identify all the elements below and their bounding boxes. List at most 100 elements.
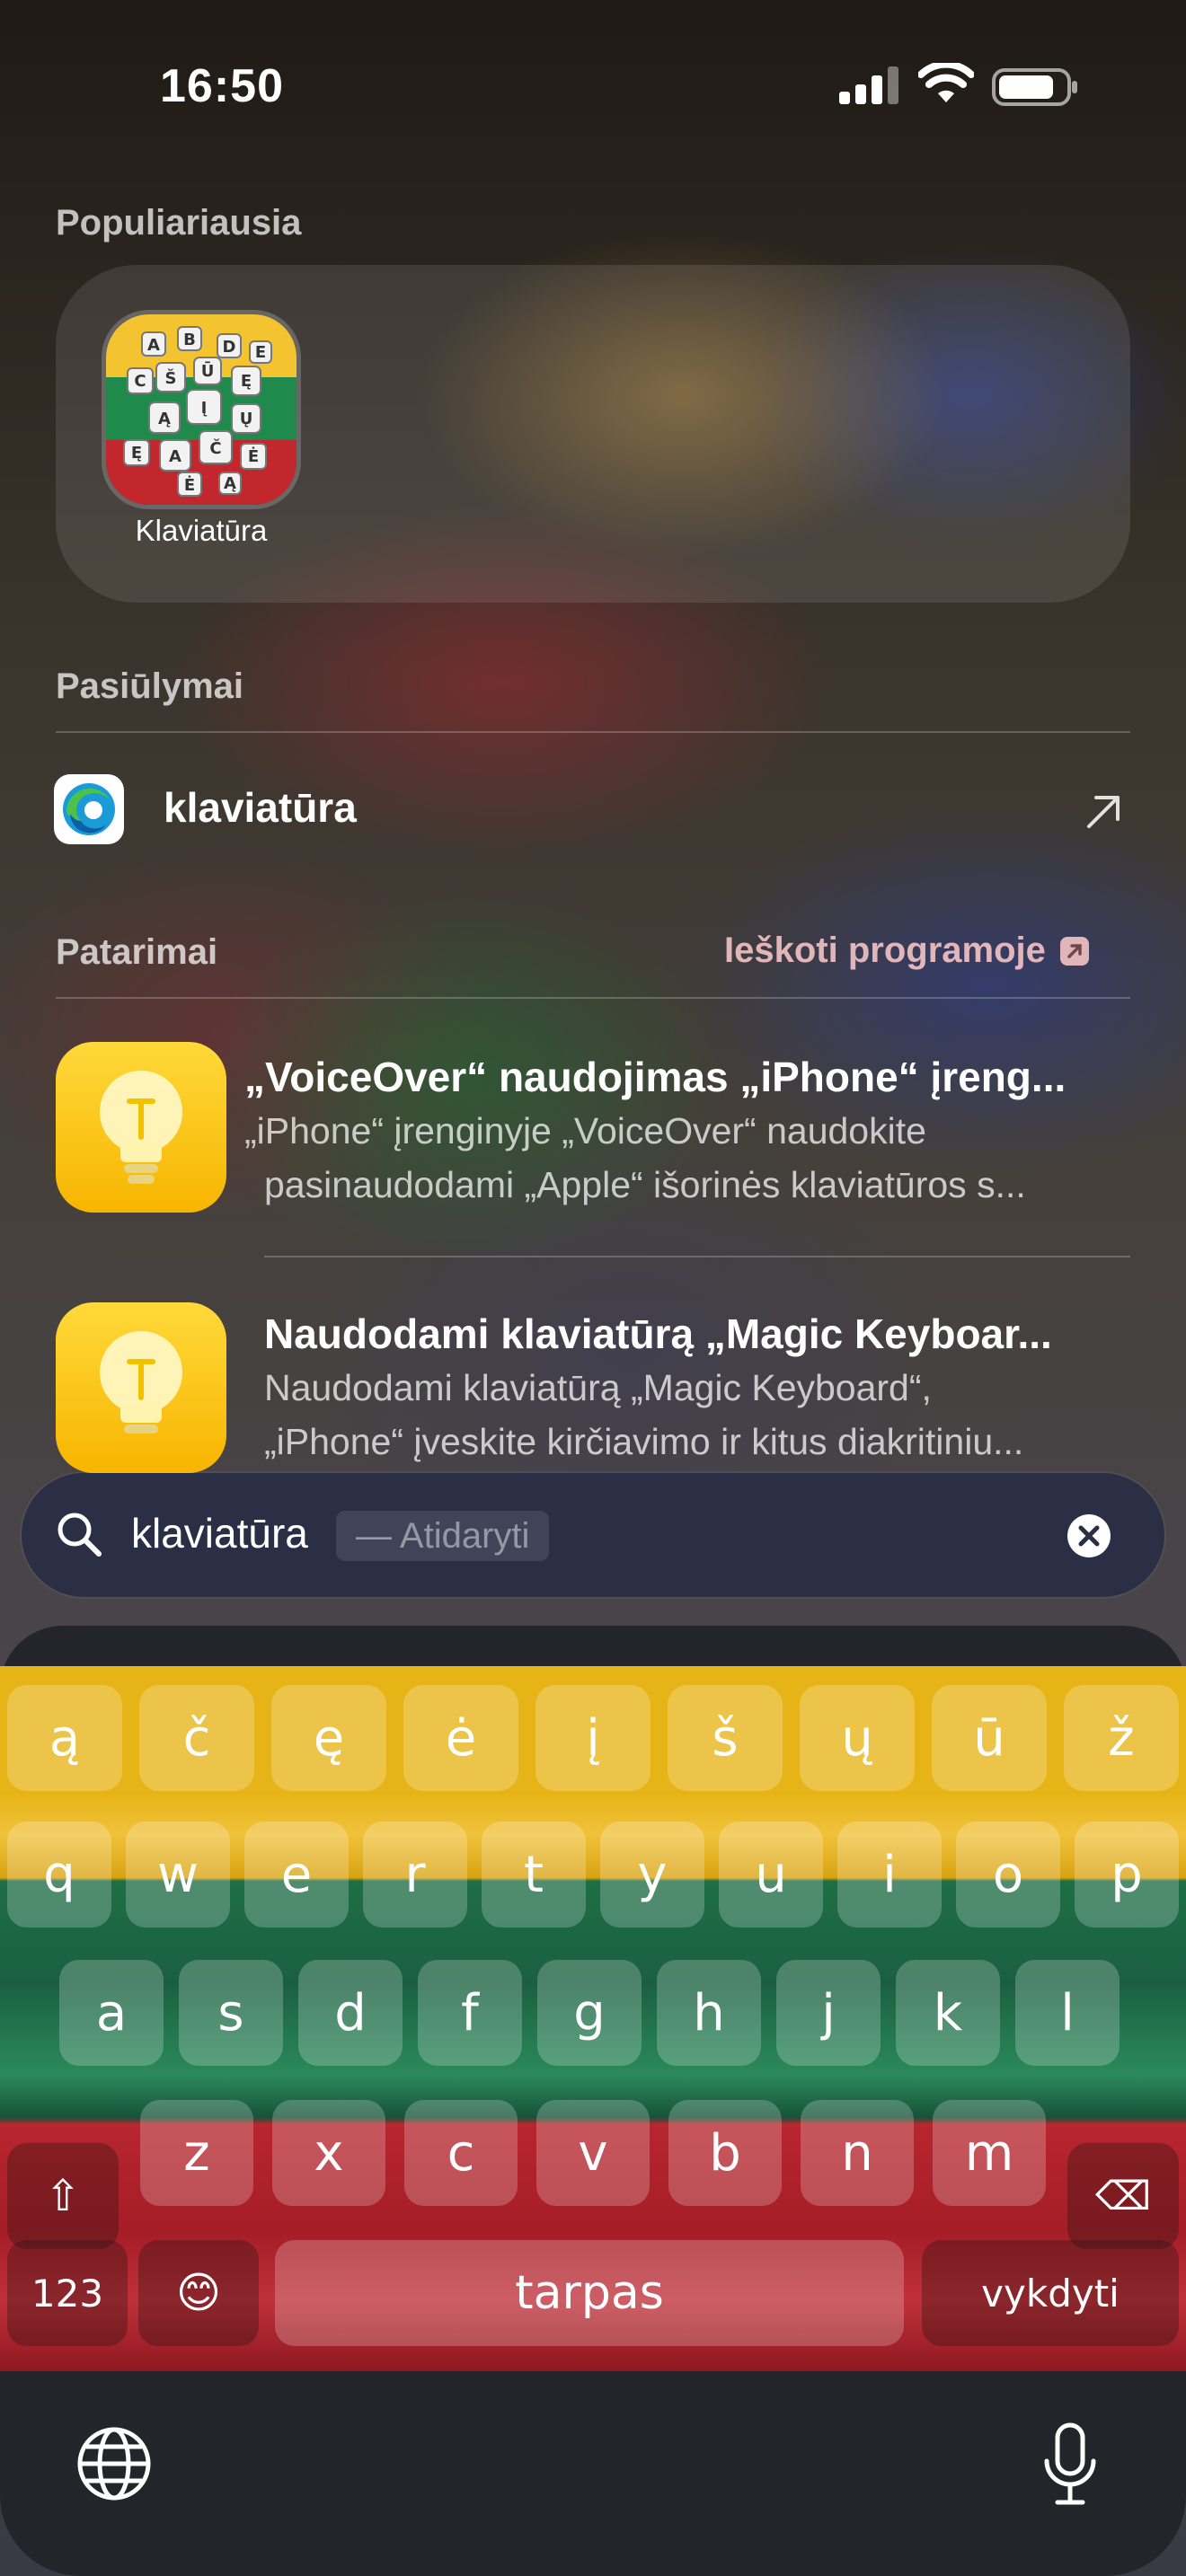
key-label: į [586, 1708, 600, 1768]
key-label: š [712, 1708, 739, 1768]
tip-divider [264, 1256, 1130, 1257]
lightbulb-icon [100, 1071, 182, 1184]
svg-text:Ū: Ū [201, 361, 215, 381]
key-č[interactable]: č [139, 1685, 254, 1791]
key-g[interactable]: g [537, 1960, 642, 2066]
edge-browser-icon [54, 774, 124, 844]
key-label: s [217, 1983, 244, 2042]
globe-icon[interactable] [75, 2425, 153, 2502]
key-d[interactable]: d [298, 1960, 403, 2066]
status-time: 16:50 [160, 60, 284, 112]
key-label: ū [973, 1708, 1005, 1768]
key-m[interactable]: m [933, 2100, 1046, 2206]
shift-icon: ⇧ [44, 2171, 82, 2221]
key-label: z [183, 2123, 210, 2183]
tips-app-icon [56, 1302, 226, 1473]
key-v[interactable]: v [536, 2100, 650, 2206]
svg-text:Ė: Ė [184, 475, 195, 495]
arrow-up-right-icon [1087, 796, 1120, 828]
search-in-app-label: Ieškoti programoje [724, 931, 1046, 970]
go-key[interactable]: vykdyti [922, 2240, 1179, 2346]
key-ė[interactable]: ė [403, 1685, 518, 1791]
key-label: ą [49, 1708, 81, 1768]
key-y[interactable]: y [600, 1822, 704, 1928]
key-ž[interactable]: ž [1064, 1685, 1179, 1791]
space-key[interactable]: tarpas [275, 2240, 904, 2346]
space-key-label: tarpas [515, 2266, 664, 2320]
svg-text:B: B [183, 331, 196, 349]
key-w[interactable]: w [126, 1822, 230, 1928]
key-j[interactable]: j [776, 1960, 881, 2066]
search-input[interactable]: klaviatūra [131, 1509, 308, 1557]
key-z[interactable]: z [140, 2100, 253, 2206]
key-label: d [334, 1983, 367, 2042]
key-c[interactable]: c [404, 2100, 518, 2206]
clear-search-icon[interactable] [1066, 1513, 1112, 1559]
delete-icon: ⌫ [1094, 2173, 1152, 2219]
key-l[interactable]: l [1015, 1960, 1120, 2066]
svg-text:Ą: Ą [224, 474, 236, 493]
microphone-icon[interactable] [1042, 2422, 1098, 2508]
keycaps-icon: ABDE C Š ŪĘ ĮĄ ŲĘ A Č ĖĖ Ą [123, 326, 272, 497]
tips-app-icon [56, 1042, 226, 1213]
klaviatura-app-label: Klaviatūra [135, 514, 268, 547]
key-label: u [755, 1845, 787, 1904]
key-t[interactable]: t [482, 1822, 586, 1928]
key-label: y [637, 1845, 668, 1904]
key-label: j [821, 1983, 836, 2042]
key-o[interactable]: o [956, 1822, 1060, 1928]
search-icon [58, 1513, 102, 1557]
suggestions-section-title: Pasiūlymai [56, 666, 244, 706]
svg-text:Ą: Ą [158, 410, 171, 428]
key-label: b [709, 2123, 741, 2183]
klaviatura-app-icon[interactable]: ABDE CŠŪĘ ĮĄŲĘ AČĖĖĄ [106, 314, 296, 505]
svg-text:A: A [147, 336, 160, 355]
key-f[interactable]: f [418, 1960, 522, 2066]
key-a[interactable]: a [59, 1960, 164, 2066]
key-ą[interactable]: ą [7, 1685, 122, 1791]
numbers-key[interactable]: 123 [7, 2240, 128, 2346]
key-k[interactable]: k [896, 1960, 1000, 2066]
key-label: ų [841, 1708, 873, 1768]
key-label: ė [445, 1708, 477, 1768]
key-label: w [157, 1845, 199, 1904]
delete-key[interactable]: ⌫ [1067, 2143, 1179, 2249]
shift-key[interactable]: ⇧ [7, 2143, 119, 2249]
key-label: q [43, 1845, 75, 1904]
svg-text:Ė: Ė [248, 446, 259, 466]
key-label: č [182, 1708, 211, 1768]
cellular-signal-icon [839, 66, 898, 104]
tip-title: „VoiceOver“ naudojimas „iPhone“ įreng... [244, 1054, 1067, 1100]
lightbulb-icon [100, 1331, 182, 1434]
key-u[interactable]: u [719, 1822, 823, 1928]
key-label: f [461, 1983, 479, 2042]
key-ū[interactable]: ū [932, 1685, 1047, 1791]
suggestion-label: klaviatūra [164, 784, 357, 831]
key-h[interactable]: h [657, 1960, 761, 2066]
key-b[interactable]: b [668, 2100, 782, 2206]
battery-icon [992, 68, 1077, 106]
open-external-icon [1059, 936, 1089, 966]
tips-section-title: Patarimai [56, 932, 218, 972]
key-s[interactable]: s [179, 1960, 283, 2066]
key-r[interactable]: r [363, 1822, 467, 1928]
key-į[interactable]: į [535, 1685, 651, 1791]
key-i[interactable]: i [837, 1822, 942, 1928]
key-label: l [1060, 1983, 1075, 2042]
key-q[interactable]: q [7, 1822, 111, 1928]
search-in-app-link[interactable]: Ieškoti programoje [724, 931, 1091, 971]
key-š[interactable]: š [668, 1685, 783, 1791]
key-n[interactable]: n [801, 2100, 914, 2206]
key-label: ž [1108, 1708, 1135, 1768]
tip-title: Naudodami klaviatūrą „Magic Keyboar... [264, 1310, 1052, 1357]
key-ų[interactable]: ų [800, 1685, 915, 1791]
key-label: n [841, 2123, 873, 2183]
go-key-label: vykdyti [981, 2271, 1120, 2316]
key-e[interactable]: e [244, 1822, 349, 1928]
key-label: m [964, 2123, 1014, 2183]
key-x[interactable]: x [272, 2100, 385, 2206]
key-p[interactable]: p [1075, 1822, 1179, 1928]
key-ę[interactable]: ę [271, 1685, 386, 1791]
popular-section-title: Populiariausia [56, 203, 302, 243]
emoji-key[interactable]: 😊 [138, 2240, 259, 2346]
